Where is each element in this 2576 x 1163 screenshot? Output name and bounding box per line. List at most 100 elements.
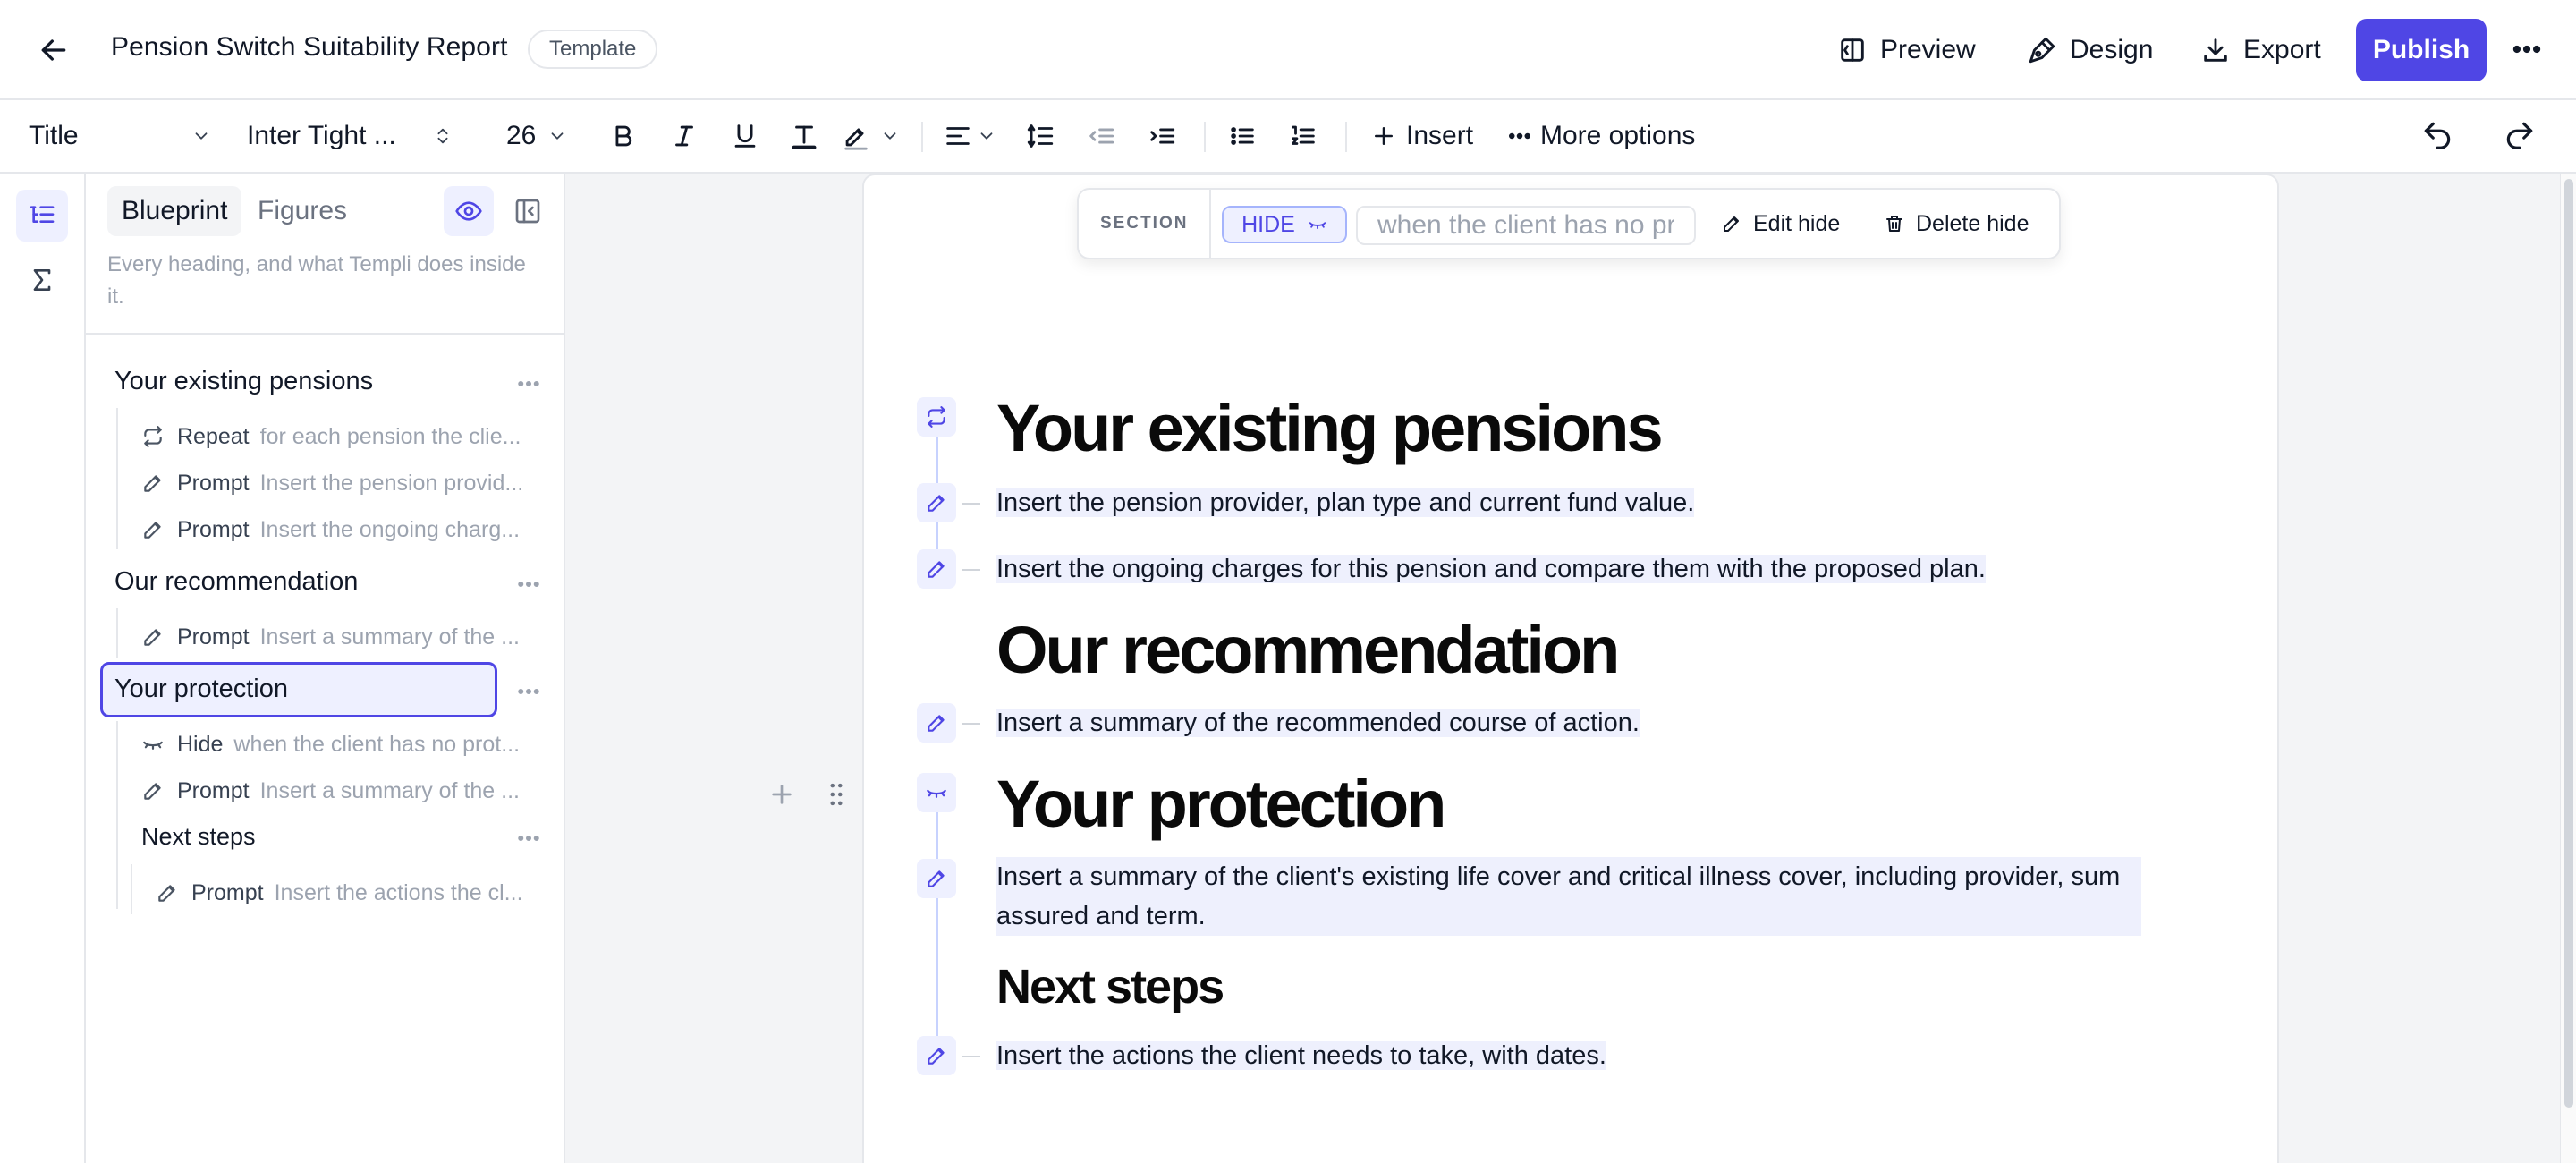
outline-rule-prompt[interactable]: Prompt Insert a summary of the ... (141, 619, 535, 655)
download-icon (2200, 35, 2231, 65)
rule-text: Insert the actions the cl... (274, 879, 523, 905)
list-tree-icon (28, 201, 56, 230)
edit-hide-button[interactable]: Edit hide (1721, 190, 1840, 258)
delete-hide-button[interactable]: Delete hide (1884, 190, 2029, 258)
rule-kind: Prompt (177, 470, 250, 496)
font-family-select[interactable]: Inter Tight ... (247, 100, 396, 172)
prompt-rule-button[interactable] (917, 549, 956, 589)
outline-heading-next-steps[interactable]: Next steps (141, 823, 256, 851)
numbered-list-icon[interactable] (1288, 100, 1318, 172)
chevron-up-down-icon[interactable] (433, 100, 453, 172)
more-horizontal-icon[interactable] (2510, 32, 2544, 66)
redo-icon[interactable] (2503, 118, 2537, 152)
more-horizontal-icon[interactable] (515, 370, 542, 397)
bullet-list-icon[interactable] (1227, 100, 1258, 172)
heading-recommendation[interactable]: Our recommendation (996, 612, 1620, 688)
more-horizontal-icon[interactable] (515, 571, 542, 598)
more-horizontal-icon[interactable] (515, 825, 542, 852)
prompt-paragraph[interactable]: Insert the ongoing charges for this pens… (996, 549, 1986, 589)
prompt-text: Insert a summary of the recommended cour… (996, 709, 1640, 737)
rule-kind: Hide (177, 731, 224, 757)
prompt-text-line-2: assured and term. (996, 902, 1206, 930)
hide-rule-button[interactable] (917, 773, 956, 812)
bold-icon[interactable] (608, 100, 639, 172)
hide-rule-pill[interactable]: HIDE (1222, 206, 1347, 243)
indent-icon[interactable] (1147, 100, 1177, 172)
hide-condition-input[interactable] (1356, 206, 1696, 245)
block-type-select[interactable]: Title (29, 100, 79, 172)
rule-text: Insert the ongoing charg... (259, 516, 521, 542)
pencil-icon (925, 1044, 948, 1067)
prompt-paragraph[interactable]: Insert the pension provider, plan type a… (996, 483, 1695, 522)
rule-text: Insert a summary of the ... (259, 624, 520, 649)
design-button[interactable]: Design (2027, 23, 2153, 77)
toolbar-divider (1204, 122, 1206, 152)
outdent-icon[interactable] (1086, 100, 1116, 172)
outline-rule-prompt[interactable]: Prompt Insert the ongoing charg... (141, 512, 535, 548)
gutter-tick (962, 569, 980, 571)
prompt-paragraph-selected[interactable]: Insert a summary of the client's existin… (996, 857, 2141, 936)
outline-rule-prompt[interactable]: Prompt Insert a summary of the ... (141, 773, 535, 809)
prompt-rule-button[interactable] (917, 703, 956, 743)
preview-button[interactable]: Preview (1837, 23, 1976, 77)
chevron-down-icon[interactable] (977, 100, 996, 172)
scrollbar-thumb[interactable] (2564, 179, 2573, 1108)
outline-heading-protection[interactable]: Your protection (114, 675, 288, 704)
heading-next-steps[interactable]: Next steps (996, 959, 1224, 1014)
add-block-icon[interactable] (767, 780, 796, 809)
outline-rule-prompt[interactable]: Prompt Insert the pension provid... (141, 465, 535, 501)
prompt-rule-button[interactable] (917, 1036, 956, 1075)
italic-icon[interactable] (669, 100, 699, 172)
prompt-rule-button[interactable] (917, 859, 956, 898)
top-header: Pension Switch Suitability Report Templa… (0, 0, 2576, 100)
more-options-button[interactable]: More options (1506, 100, 1695, 172)
chevron-down-icon[interactable] (880, 100, 900, 172)
section-bar-divider (1209, 190, 1211, 258)
text-color-icon[interactable] (789, 100, 819, 172)
edit-hide-label: Edit hide (1753, 210, 1841, 236)
heading-protection[interactable]: Your protection (996, 766, 1446, 842)
font-family-value: Inter Tight ... (247, 121, 396, 150)
rule-kind: Repeat (177, 423, 250, 449)
outline-rule-repeat[interactable]: Repeat for each pension the clie... (141, 419, 535, 454)
highlighter-icon[interactable] (841, 100, 871, 172)
pencil-icon (141, 779, 165, 802)
insert-button[interactable]: Insert (1370, 100, 1473, 172)
prompt-rule-button[interactable] (917, 483, 956, 522)
outline-heading-recommendation[interactable]: Our recommendation (114, 567, 358, 597)
chevron-down-icon[interactable] (191, 100, 211, 172)
publish-button[interactable]: Publish (2356, 19, 2487, 81)
design-label: Design (2070, 35, 2154, 64)
chevron-down-icon[interactable] (547, 100, 567, 172)
undo-icon[interactable] (2420, 118, 2454, 152)
rule-kind: Prompt (177, 624, 250, 649)
back-arrow-icon[interactable] (36, 32, 72, 68)
tab-figures[interactable]: Figures (243, 186, 361, 236)
prompt-paragraph[interactable]: Insert the actions the client needs to t… (996, 1036, 1606, 1075)
line-height-icon[interactable] (1025, 100, 1055, 172)
rule-text: when the client has no prot... (233, 731, 521, 757)
rule-text: for each pension the clie... (259, 423, 521, 449)
canvas-scrollbar[interactable] (2560, 174, 2576, 1163)
pencil-icon (141, 518, 165, 541)
drag-handle-icon[interactable] (821, 778, 852, 811)
trash-icon (1884, 213, 1905, 234)
variables-button[interactable] (16, 254, 68, 306)
outline-rule-hide[interactable]: Hide when the client has no prot... (141, 726, 535, 762)
outline-view-button[interactable] (16, 190, 68, 242)
document-title[interactable]: Pension Switch Suitability Report (111, 32, 508, 63)
gutter-tick (962, 503, 980, 505)
repeat-rule-button[interactable] (917, 397, 956, 437)
more-horizontal-icon[interactable] (515, 678, 542, 705)
font-size-select[interactable]: 26 (506, 100, 536, 172)
heading-existing-pensions[interactable]: Your existing pensions (996, 390, 1664, 466)
prompt-paragraph[interactable]: Insert a summary of the recommended cour… (996, 703, 1640, 743)
visibility-toggle-button[interactable] (444, 186, 494, 236)
align-left-icon[interactable] (943, 100, 973, 172)
tab-blueprint[interactable]: Blueprint (107, 186, 242, 236)
underline-icon[interactable] (730, 100, 760, 172)
collapse-panel-button[interactable] (506, 190, 549, 233)
outline-heading-existing-pensions[interactable]: Your existing pensions (114, 367, 373, 396)
export-button[interactable]: Export (2200, 23, 2321, 77)
outline-rule-prompt[interactable]: Prompt Insert the actions the cl... (156, 875, 535, 911)
